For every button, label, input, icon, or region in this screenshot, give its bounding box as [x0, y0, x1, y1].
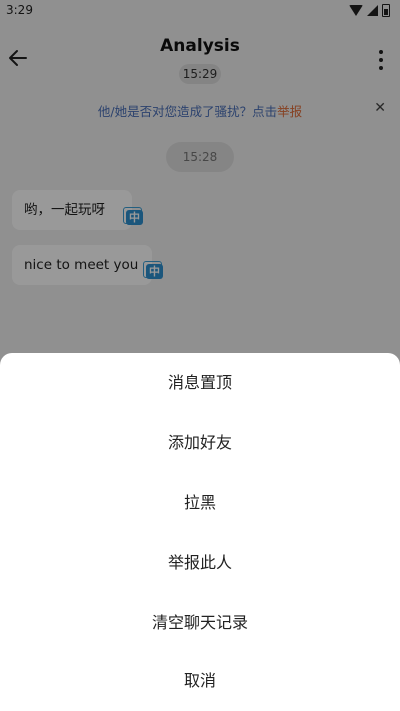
pin-message-option[interactable]: 消息置顶 — [0, 353, 400, 413]
action-sheet: 消息置顶 添加好友 拉黑 举报此人 清空聊天记录 取消 — [0, 353, 400, 711]
cancel-button[interactable]: 取消 — [0, 651, 400, 711]
add-friend-option[interactable]: 添加好友 — [0, 413, 400, 473]
clear-chat-option[interactable]: 清空聊天记录 — [0, 593, 400, 653]
block-option[interactable]: 拉黑 — [0, 473, 400, 533]
report-user-option[interactable]: 举报此人 — [0, 533, 400, 593]
